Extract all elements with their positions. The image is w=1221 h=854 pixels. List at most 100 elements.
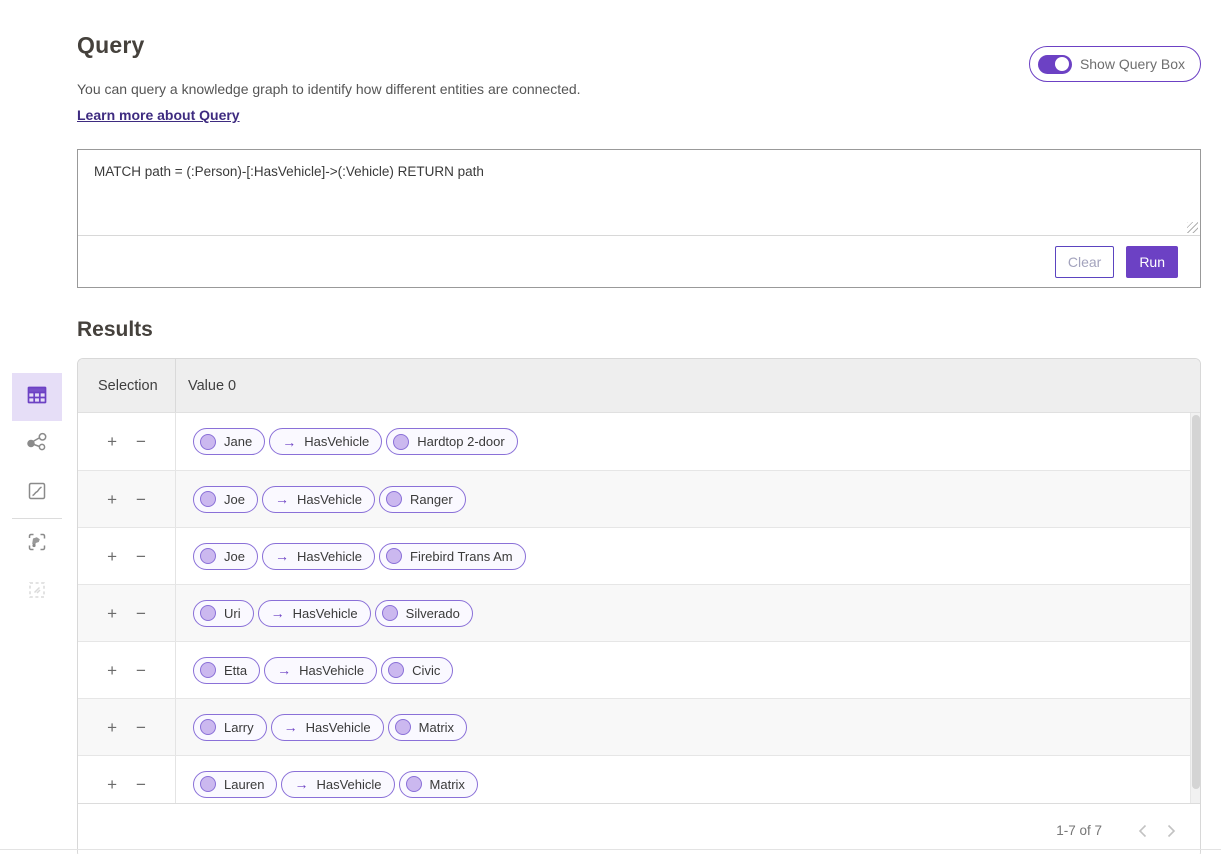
scrollbar-thumb[interactable] <box>1192 415 1200 789</box>
remove-from-selection-button[interactable]: − <box>134 717 148 738</box>
edge-chip[interactable]: → HasVehicle <box>269 428 382 455</box>
edge-arrow-icon: → <box>275 548 289 564</box>
target-node-chip[interactable]: Ranger <box>379 486 466 513</box>
source-node-chip[interactable]: Larry <box>193 714 267 741</box>
edge-label: HasVehicle <box>297 492 362 507</box>
source-node-chip[interactable]: Joe <box>193 486 258 513</box>
remove-from-selection-button[interactable]: − <box>134 660 148 681</box>
table-row: + − Joe → HasVehicle Firebird Trans Am <box>78 527 1200 584</box>
sidebar-item-graph-view[interactable] <box>12 421 62 469</box>
source-node-chip[interactable]: Joe <box>193 543 258 570</box>
results-title: Results <box>77 318 1201 342</box>
add-to-selection-button[interactable]: + <box>105 660 119 681</box>
add-to-selection-button[interactable]: + <box>105 603 119 624</box>
add-to-selection-button[interactable]: + <box>105 431 119 452</box>
edge-chip[interactable]: → HasVehicle <box>281 771 394 798</box>
node-icon <box>200 719 216 735</box>
target-node-chip[interactable]: Hardtop 2-door <box>386 428 517 455</box>
run-button[interactable]: Run <box>1126 246 1178 278</box>
table-row: + − Uri → HasVehicle Silverado <box>78 584 1200 641</box>
chevron-left-icon <box>1138 824 1147 838</box>
results-scrollbar[interactable] <box>1190 413 1200 803</box>
add-to-selection-button[interactable]: + <box>105 546 119 567</box>
target-node-chip[interactable]: Silverado <box>375 600 473 627</box>
edge-chip[interactable]: → HasVehicle <box>264 657 377 684</box>
edge-arrow-icon: → <box>271 605 285 621</box>
table-row: + − Jane → HasVehicle Hardtop 2-door <box>78 413 1200 470</box>
edge-chip[interactable]: → HasVehicle <box>262 543 375 570</box>
source-node-chip[interactable]: Lauren <box>193 771 277 798</box>
add-to-selection-button[interactable]: + <box>105 489 119 510</box>
target-node-chip[interactable]: Matrix <box>388 714 467 741</box>
add-to-selection-button[interactable]: + <box>105 774 119 795</box>
target-node-label: Firebird Trans Am <box>410 549 513 564</box>
results-pagination: 1-7 of 7 <box>78 803 1200 854</box>
target-node-chip[interactable]: Civic <box>381 657 453 684</box>
node-icon <box>393 434 409 450</box>
results-table: Selection Value 0 + − Jane → HasVehicle … <box>77 358 1201 854</box>
sidebar-item-chart-view[interactable] <box>12 469 62 517</box>
chevron-right-icon <box>1167 824 1176 838</box>
node-icon <box>200 776 216 792</box>
edge-arrow-icon: → <box>284 719 298 735</box>
target-node-label: Civic <box>412 663 440 678</box>
source-node-chip[interactable]: Jane <box>193 428 265 455</box>
node-icon <box>388 662 404 678</box>
node-icon <box>406 776 422 792</box>
source-node-chip[interactable]: Uri <box>193 600 254 627</box>
source-node-label: Uri <box>224 606 241 621</box>
add-to-selection-button[interactable]: + <box>105 717 119 738</box>
show-query-box-toggle[interactable]: Show Query Box <box>1029 46 1201 82</box>
edge-label: HasVehicle <box>304 434 369 449</box>
source-node-chip[interactable]: Etta <box>193 657 260 684</box>
value-cell: Joe → HasVehicle Ranger <box>176 486 466 513</box>
learn-more-link[interactable]: Learn more about Query <box>77 107 240 123</box>
remove-from-selection-button[interactable]: − <box>134 774 148 795</box>
value-cell: Larry → HasVehicle Matrix <box>176 714 467 741</box>
sidebar-item-table-view[interactable] <box>12 373 62 421</box>
next-page-button[interactable] <box>1157 820 1186 842</box>
edge-chip[interactable]: → HasVehicle <box>262 486 375 513</box>
value-cell: Joe → HasVehicle Firebird Trans Am <box>176 543 526 570</box>
edge-arrow-icon: → <box>282 434 296 450</box>
target-node-chip[interactable]: Firebird Trans Am <box>379 543 526 570</box>
table-row: + − Lauren → HasVehicle Matrix <box>78 755 1200 803</box>
edge-label: HasVehicle <box>306 720 371 735</box>
target-node-label: Ranger <box>410 492 453 507</box>
node-icon <box>200 662 216 678</box>
source-node-label: Etta <box>224 663 247 678</box>
remove-from-selection-button[interactable]: − <box>134 603 148 624</box>
edge-label: HasVehicle <box>299 663 364 678</box>
toggle-switch-icon[interactable] <box>1038 55 1072 74</box>
sidebar-item-map-view[interactable] <box>12 520 62 568</box>
results-table-header: Selection Value 0 <box>78 359 1200 413</box>
node-icon <box>386 548 402 564</box>
selection-cell: + − <box>78 528 176 584</box>
edge-arrow-icon: → <box>277 662 291 678</box>
source-node-label: Jane <box>224 434 252 449</box>
query-page: Query You can query a knowledge graph to… <box>0 0 1221 854</box>
source-node-label: Joe <box>224 492 245 507</box>
remove-from-selection-button[interactable]: − <box>134 546 148 567</box>
selection-cell: + − <box>78 756 176 803</box>
query-editor: MATCH path = (:Person)-[:HasVehicle]->(:… <box>78 150 1200 236</box>
page-bottom-divider <box>0 849 1221 850</box>
toggle-label: Show Query Box <box>1080 56 1185 72</box>
query-input[interactable]: MATCH path = (:Person)-[:HasVehicle]->(:… <box>78 150 1200 235</box>
pagination-range: 1-7 of 7 <box>1056 823 1102 838</box>
clear-button[interactable]: Clear <box>1055 246 1114 278</box>
previous-page-button[interactable] <box>1128 820 1157 842</box>
remove-from-selection-button[interactable]: − <box>134 431 148 452</box>
column-header-value-0: Value 0 <box>188 378 236 394</box>
edge-arrow-icon: → <box>294 776 308 792</box>
target-node-label: Matrix <box>419 720 454 735</box>
remove-from-selection-button[interactable]: − <box>134 489 148 510</box>
target-node-chip[interactable]: Matrix <box>399 771 478 798</box>
sidebar-item-selection-view[interactable] <box>12 568 62 616</box>
table-row: + − Joe → HasVehicle Ranger <box>78 470 1200 527</box>
map-view-icon <box>25 530 49 559</box>
node-icon <box>200 605 216 621</box>
edge-chip[interactable]: → HasVehicle <box>258 600 371 627</box>
edge-chip[interactable]: → HasVehicle <box>271 714 384 741</box>
value-cell: Uri → HasVehicle Silverado <box>176 600 473 627</box>
